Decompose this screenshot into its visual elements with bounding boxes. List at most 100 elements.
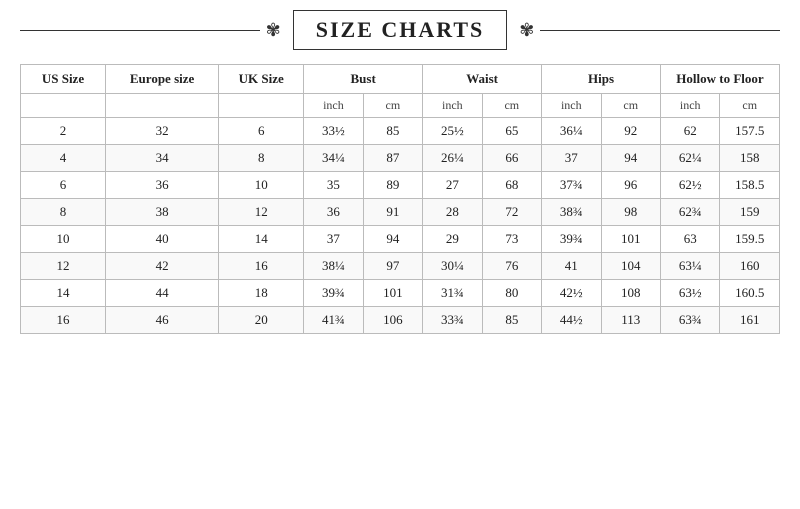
subth-bust-cm: cm: [363, 94, 422, 118]
table-cell: 34: [105, 145, 218, 172]
table-cell: 34¼: [304, 145, 363, 172]
table-cell: 160: [720, 253, 780, 280]
table-cell: 20: [219, 307, 304, 334]
table-cell: 158.5: [720, 172, 780, 199]
subth-htf-cm: cm: [720, 94, 780, 118]
table-cell: 18: [219, 280, 304, 307]
table-cell: 8: [219, 145, 304, 172]
table-cell: 85: [363, 118, 422, 145]
table-cell: 25½: [423, 118, 482, 145]
th-waist: Waist: [423, 65, 542, 94]
table-row: 1040143794297339¾10163159.5: [21, 226, 780, 253]
subth-eu: [105, 94, 218, 118]
table-cell: 38¼: [304, 253, 363, 280]
header-line-right: [540, 30, 780, 31]
subth-us: [21, 94, 106, 118]
subth-htf-inch: inch: [661, 94, 720, 118]
table-cell: 87: [363, 145, 422, 172]
table-row: 434834¼8726¼66379462¼158: [21, 145, 780, 172]
table-cell: 66: [482, 145, 541, 172]
table-cell: 4: [21, 145, 106, 172]
table-cell: 160.5: [720, 280, 780, 307]
subth-hips-inch: inch: [542, 94, 601, 118]
column-group-header: US Size Europe size UK Size Bust Waist H…: [21, 65, 780, 94]
table-cell: 35: [304, 172, 363, 199]
table-cell: 12: [21, 253, 106, 280]
table-cell: 94: [363, 226, 422, 253]
table-cell: 30¼: [423, 253, 482, 280]
table-cell: 36: [304, 199, 363, 226]
table-cell: 63¼: [661, 253, 720, 280]
table-cell: 36: [105, 172, 218, 199]
table-cell: 10: [21, 226, 106, 253]
table-cell: 14: [21, 280, 106, 307]
table-cell: 101: [601, 226, 660, 253]
table-cell: 98: [601, 199, 660, 226]
table-cell: 41¾: [304, 307, 363, 334]
page-title: SIZE CHARTS: [316, 17, 485, 42]
table-cell: 106: [363, 307, 422, 334]
table-cell: 62: [661, 118, 720, 145]
page-header: ✾ SIZE CHARTS ✾: [20, 10, 780, 50]
table-cell: 62½: [661, 172, 720, 199]
th-bust: Bust: [304, 65, 423, 94]
table-cell: 38: [105, 199, 218, 226]
table-cell: 94: [601, 145, 660, 172]
table-cell: 159: [720, 199, 780, 226]
table-cell: 63½: [661, 280, 720, 307]
table-cell: 29: [423, 226, 482, 253]
header-line-left: [20, 30, 260, 31]
table-cell: 36¼: [542, 118, 601, 145]
table-cell: 158: [720, 145, 780, 172]
table-cell: 72: [482, 199, 541, 226]
subth-hips-cm: cm: [601, 94, 660, 118]
table-cell: 92: [601, 118, 660, 145]
subth-bust-inch: inch: [304, 94, 363, 118]
th-us-size: US Size: [21, 65, 106, 94]
table-cell: 33¾: [423, 307, 482, 334]
table-cell: 16: [21, 307, 106, 334]
table-cell: 37: [542, 145, 601, 172]
th-hollow-to-floor: Hollow to Floor: [661, 65, 780, 94]
th-hips: Hips: [542, 65, 661, 94]
sub-header-row: inch cm inch cm inch cm inch cm: [21, 94, 780, 118]
table-cell: 6: [219, 118, 304, 145]
table-cell: 63: [661, 226, 720, 253]
table-cell: 65: [482, 118, 541, 145]
table-cell: 89: [363, 172, 422, 199]
table-cell: 80: [482, 280, 541, 307]
table-cell: 38¾: [542, 199, 601, 226]
table-cell: 62¾: [661, 199, 720, 226]
subth-waist-cm: cm: [482, 94, 541, 118]
table-cell: 31¾: [423, 280, 482, 307]
table-cell: 73: [482, 226, 541, 253]
table-cell: 42: [105, 253, 218, 280]
table-cell: 108: [601, 280, 660, 307]
table-row: 636103589276837¾9662½158.5: [21, 172, 780, 199]
table-cell: 104: [601, 253, 660, 280]
table-cell: 26¼: [423, 145, 482, 172]
table-cell: 41: [542, 253, 601, 280]
table-cell: 27: [423, 172, 482, 199]
table-cell: 76: [482, 253, 541, 280]
table-cell: 42½: [542, 280, 601, 307]
table-cell: 46: [105, 307, 218, 334]
table-cell: 28: [423, 199, 482, 226]
table-cell: 62¼: [661, 145, 720, 172]
table-row: 12421638¼9730¼764110463¼160: [21, 253, 780, 280]
th-europe-size: Europe size: [105, 65, 218, 94]
table-row: 16462041¾10633¾8544½11363¾161: [21, 307, 780, 334]
table-cell: 63¾: [661, 307, 720, 334]
table-cell: 6: [21, 172, 106, 199]
ornament-right: ✾: [513, 20, 540, 41]
subth-waist-inch: inch: [423, 94, 482, 118]
th-uk-size: UK Size: [219, 65, 304, 94]
table-cell: 33½: [304, 118, 363, 145]
table-cell: 101: [363, 280, 422, 307]
table-cell: 113: [601, 307, 660, 334]
subth-uk: [219, 94, 304, 118]
table-cell: 157.5: [720, 118, 780, 145]
table-cell: 16: [219, 253, 304, 280]
table-cell: 97: [363, 253, 422, 280]
table-cell: 91: [363, 199, 422, 226]
